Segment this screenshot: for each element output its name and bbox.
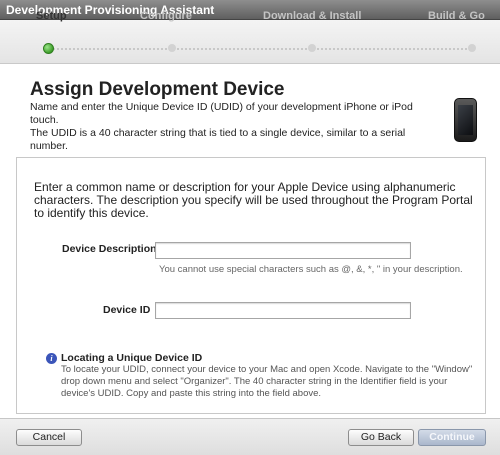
info-title: Locating a Unique Device ID <box>61 352 203 364</box>
step-track <box>48 48 475 50</box>
step-configure: Configure <box>140 10 192 22</box>
footer-bar: Cancel Go Back Continue <box>0 418 500 455</box>
progress-steps <box>0 20 500 64</box>
step-indicator-setup <box>43 43 54 54</box>
intro-line-2: The UDID is a 40 character string that i… <box>30 127 406 152</box>
form-description: Enter a common name or description for y… <box>34 180 473 220</box>
continue-button[interactable]: Continue <box>418 429 486 446</box>
step-download-install: Download & Install <box>263 10 362 22</box>
step-indicator-download-install <box>308 44 316 52</box>
device-id-input[interactable] <box>155 302 411 319</box>
info-body: To locate your UDID, connect your device… <box>61 364 473 399</box>
page-title: Assign Development Device <box>30 79 285 100</box>
step-indicator-configure <box>168 44 176 52</box>
device-description-hint: You cannot use special characters such a… <box>159 264 463 275</box>
intro-line-1: Name and enter the Unique Device ID (UDI… <box>30 101 413 126</box>
device-id-label: Device ID <box>103 304 151 316</box>
step-build-go: Build & Go <box>428 10 485 22</box>
iphone-icon <box>454 98 477 142</box>
go-back-button[interactable]: Go Back <box>348 429 414 446</box>
window-titlebar: Development Provisioning Assistant <box>0 0 500 20</box>
info-icon: i <box>46 353 57 364</box>
step-setup: Setup <box>36 10 67 22</box>
page-intro: Name and enter the Unique Device ID (UDI… <box>30 101 440 153</box>
iphone-screen <box>458 105 473 135</box>
cancel-button[interactable]: Cancel <box>16 429 82 446</box>
device-description-input[interactable] <box>155 242 411 259</box>
step-indicator-build-go <box>468 44 476 52</box>
device-description-label: Device Description <box>62 243 157 255</box>
